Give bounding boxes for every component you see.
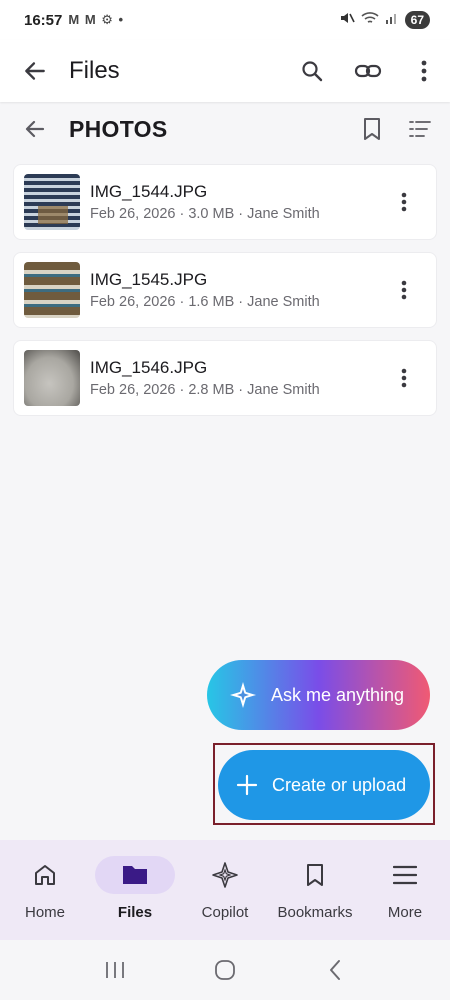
file-name: IMG_1546.JPG [90, 358, 208, 377]
nav-label: Copilot [201, 904, 249, 921]
app-title: Files [69, 57, 120, 84]
more-vertical-icon [401, 192, 407, 212]
plus-icon [236, 774, 258, 796]
share-link-button[interactable] [346, 49, 390, 93]
overflow-menu-button[interactable] [402, 49, 446, 93]
file-row[interactable]: IMG_1544.JPG Feb 26, 2026 · 3.0 MB · Jan… [13, 164, 437, 240]
wifi-icon [361, 10, 379, 30]
link-icon [354, 64, 382, 78]
back-button[interactable] [13, 49, 57, 93]
ask-me-anything-label: Ask me anything [271, 684, 405, 705]
nav-copilot[interactable]: Copilot [180, 840, 270, 940]
folder-header: PHOTOS [0, 106, 450, 152]
back-system-button[interactable] [315, 950, 355, 990]
recents-icon [106, 962, 124, 978]
file-name: IMG_1545.JPG [90, 270, 208, 289]
file-thumbnail [24, 174, 80, 230]
file-thumbnail [24, 262, 80, 318]
file-row[interactable]: IMG_1545.JPG Feb 26, 2026 · 1.6 MB · Jan… [13, 252, 437, 328]
app-bar: Files [0, 40, 450, 102]
copilot-icon [212, 862, 238, 888]
status-time: 16:57 [24, 11, 63, 29]
more-vertical-icon [401, 368, 407, 388]
nav-label: Files [117, 904, 153, 921]
file-meta: Feb 26, 2026 · 1.6 MB · Jane Smith [90, 294, 320, 310]
file-more-button[interactable] [382, 180, 426, 224]
nav-label: Bookmarks [277, 904, 353, 921]
bookmark-icon [307, 864, 323, 886]
arrow-left-icon [25, 62, 45, 80]
sort-list-icon [409, 121, 431, 137]
sort-button[interactable] [398, 107, 442, 151]
battery-indicator: 67 [404, 11, 430, 29]
file-row[interactable]: IMG_1546.JPG Feb 26, 2026 · 2.8 MB · Jan… [13, 340, 437, 416]
file-meta: Feb 26, 2026 · 2.8 MB · Jane Smith [90, 382, 320, 398]
folder-back-button[interactable] [13, 107, 57, 151]
search-icon [302, 61, 323, 82]
file-name: IMG_1544.JPG [90, 182, 208, 201]
system-navigation [0, 940, 450, 1000]
create-or-upload-label: Create or upload [272, 774, 407, 795]
folder-icon [123, 866, 147, 884]
nav-label: Home [24, 904, 65, 921]
file-more-button[interactable] [382, 268, 426, 312]
chevron-left-icon [330, 960, 340, 980]
nav-bookmarks[interactable]: Bookmarks [270, 840, 360, 940]
file-meta: Feb 26, 2026 · 3.0 MB · Jane Smith [90, 206, 320, 222]
file-thumbnail [24, 350, 80, 406]
file-list: IMG_1544.JPG Feb 26, 2026 · 3.0 MB · Jan… [13, 164, 437, 428]
more-vertical-icon [421, 60, 427, 82]
notification-icons: M M ⚙ • [68, 12, 125, 27]
nav-label: More [387, 904, 423, 921]
signal-icon [385, 11, 399, 29]
status-bar: 16:57 M M ⚙ • 67 [0, 0, 450, 40]
copilot-sparkle-icon [230, 682, 256, 708]
file-more-button[interactable] [382, 356, 426, 400]
home-system-button[interactable] [205, 950, 245, 990]
menu-icon [393, 865, 417, 885]
nav-home[interactable]: Home [0, 840, 90, 940]
more-vertical-icon [401, 280, 407, 300]
nav-files[interactable]: Files [90, 840, 180, 940]
bookmark-folder-button[interactable] [350, 107, 394, 151]
bottom-navigation: Home Files Copilot Bookmarks More [0, 840, 450, 940]
ask-me-anything-button[interactable]: Ask me anything [207, 660, 430, 730]
search-button[interactable] [290, 49, 334, 93]
arrow-left-icon [25, 120, 45, 138]
folder-title: PHOTOS [69, 115, 168, 142]
home-icon [35, 865, 55, 885]
bookmark-icon [364, 118, 380, 140]
recents-button[interactable] [95, 950, 135, 990]
create-or-upload-button[interactable]: Create or upload [218, 750, 430, 820]
nav-more[interactable]: More [360, 840, 450, 940]
mute-icon [339, 10, 355, 30]
home-circle-icon [215, 960, 235, 980]
